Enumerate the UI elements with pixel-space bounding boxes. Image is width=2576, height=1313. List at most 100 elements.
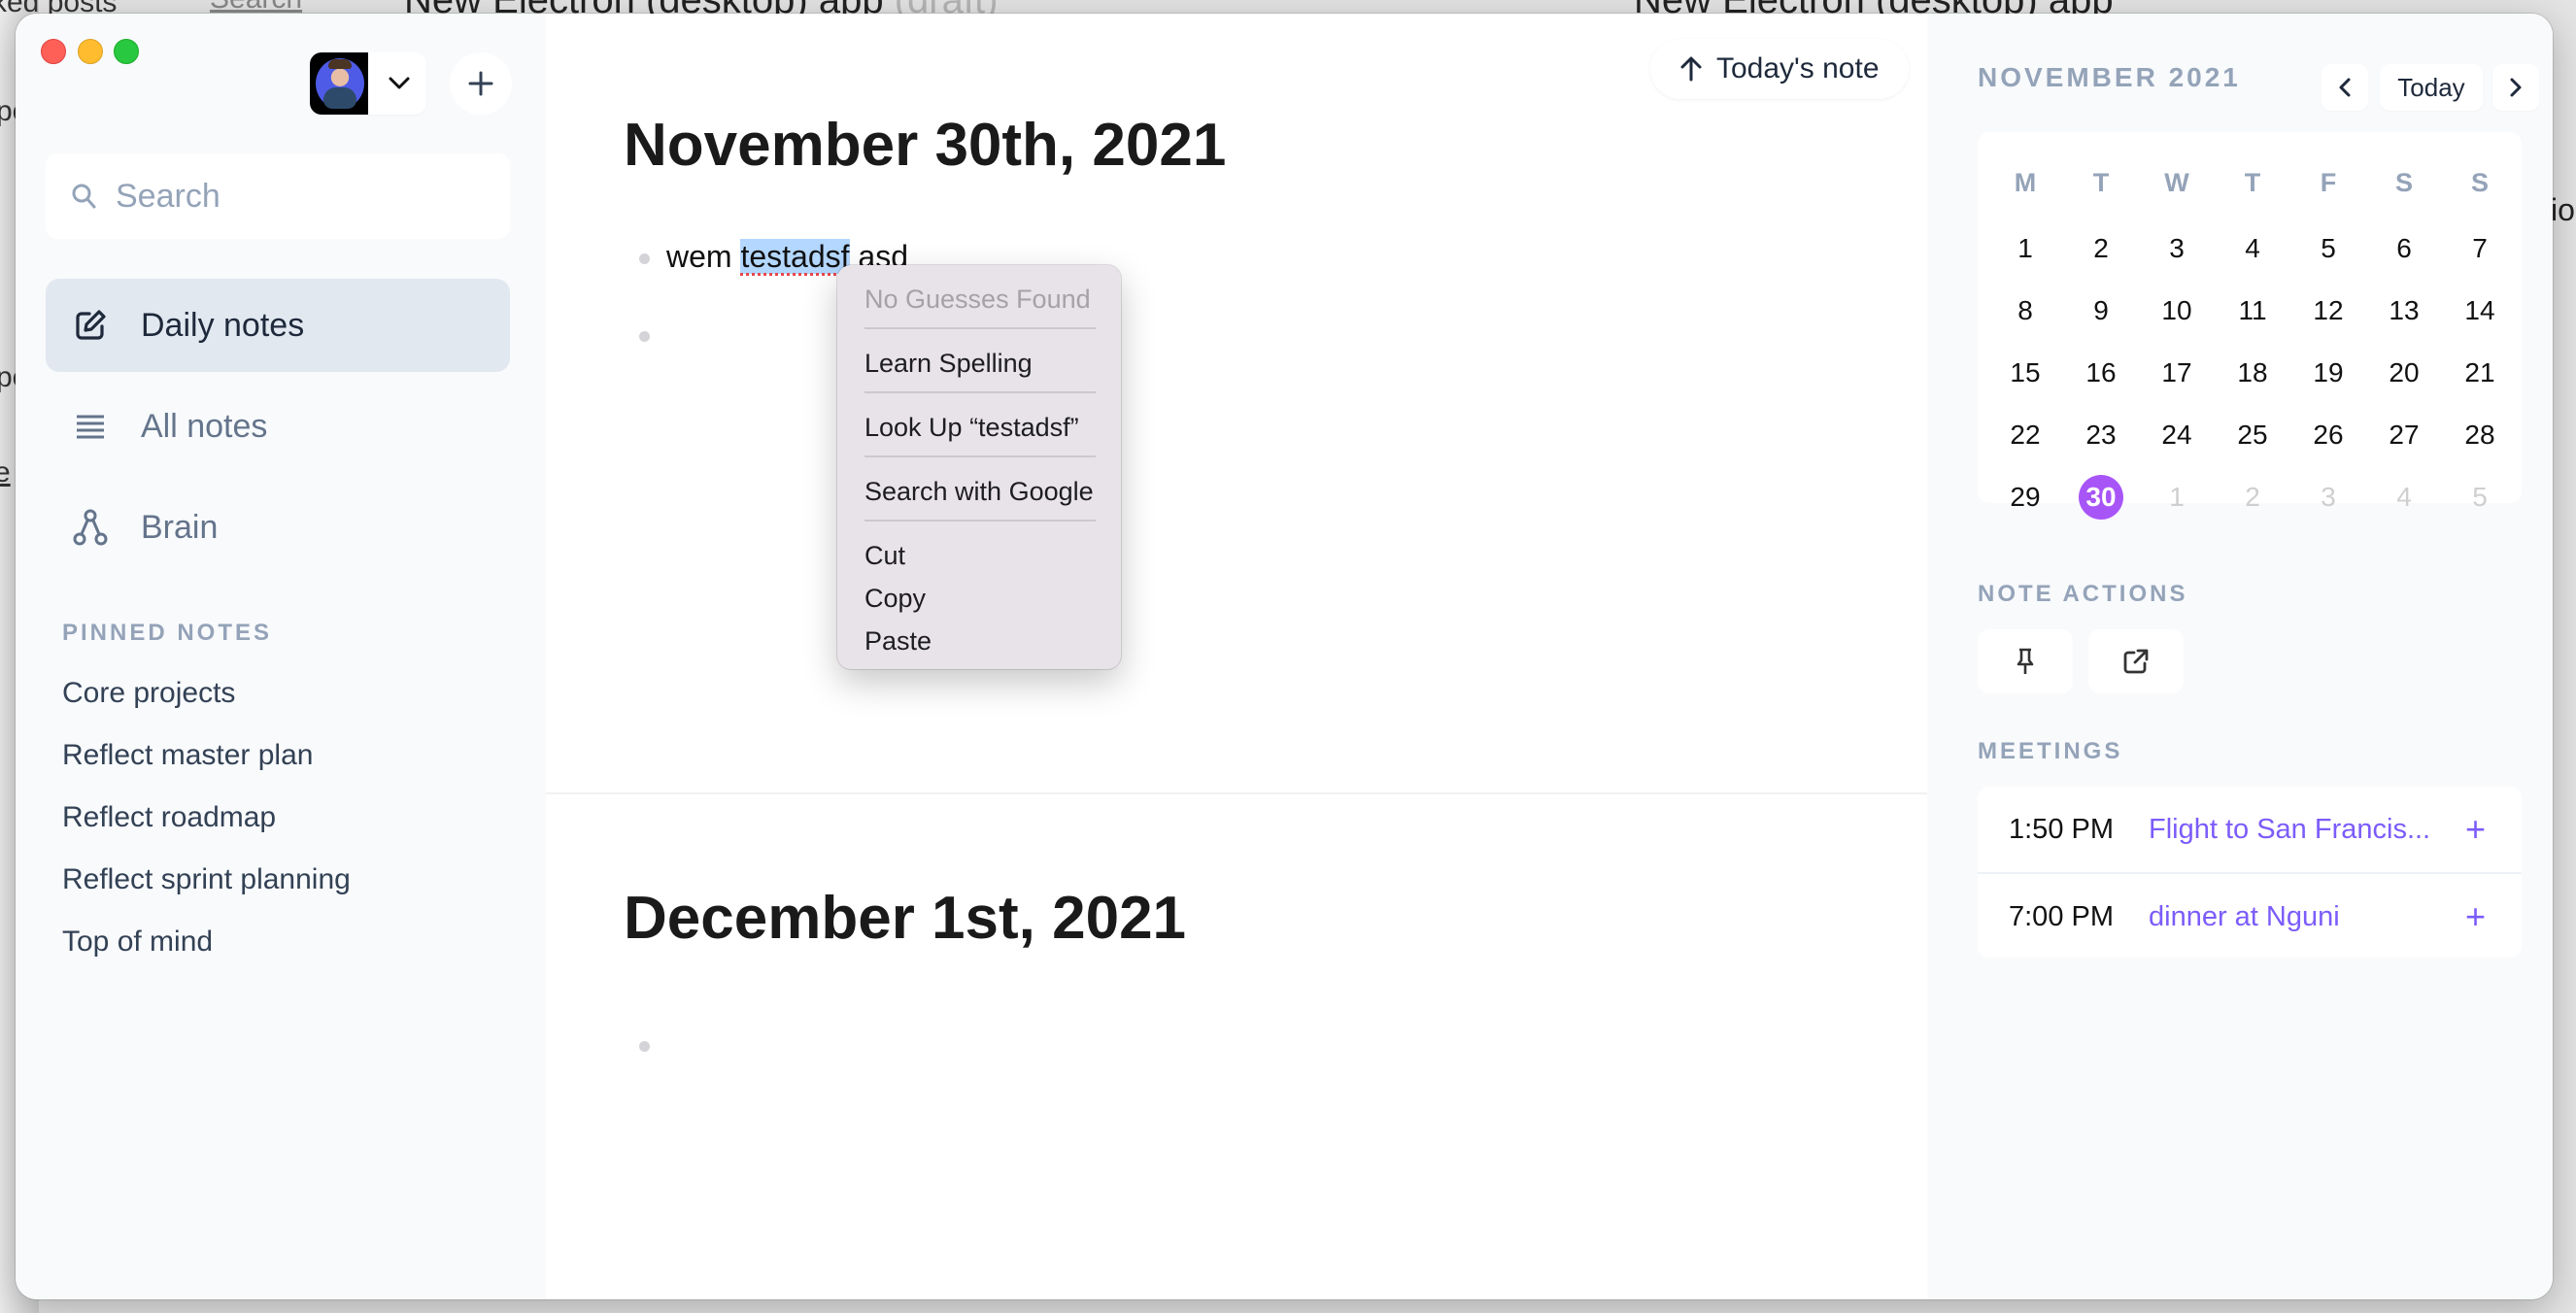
calendar-day[interactable]: 1: [2149, 476, 2205, 519]
new-note-button[interactable]: [450, 52, 512, 115]
todays-note-button[interactable]: Today's note: [1650, 39, 1909, 99]
calendar-day[interactable]: 19: [2300, 352, 2356, 394]
meeting-title-link[interactable]: dinner at Nguni: [2149, 901, 2340, 933]
calendar-day[interactable]: 26: [2300, 414, 2356, 456]
meetings-list: 1:50 PM Flight to San Francis... + 7:00 …: [1978, 787, 2522, 958]
pinned-note[interactable]: Reflect sprint planning: [62, 863, 351, 896]
weekday-label: S: [2394, 167, 2413, 197]
calendar-month-title: NOVEMBER 2021: [1978, 62, 2241, 92]
calendar-day[interactable]: 25: [2224, 414, 2281, 456]
calendar-prev-button[interactable]: [2322, 64, 2368, 111]
calendar-day[interactable]: 22: [1997, 414, 2053, 456]
window-zoom-button[interactable]: [114, 39, 139, 64]
calendar-day[interactable]: 10: [2149, 289, 2205, 332]
calendar-day[interactable]: 2: [2224, 476, 2281, 519]
list-icon: [71, 407, 110, 446]
meeting-title-link[interactable]: Flight to San Francis...: [2149, 814, 2430, 846]
menu-item-copy[interactable]: Copy: [864, 584, 926, 614]
weekday-label: T: [2092, 167, 2110, 197]
sidebar-item-daily-notes[interactable]: Daily notes: [46, 279, 510, 372]
calendar-day[interactable]: 5: [2452, 476, 2508, 519]
calendar-day[interactable]: 21: [2452, 352, 2508, 394]
weekday-label: T: [2244, 167, 2261, 197]
calendar-day[interactable]: 4: [2376, 476, 2432, 519]
calendar-day[interactable]: 3: [2300, 476, 2356, 519]
calendar-day[interactable]: 24: [2149, 414, 2205, 456]
pin-note-button[interactable]: [1978, 629, 2073, 693]
menu-item-cut[interactable]: Cut: [864, 541, 905, 571]
calendar-day[interactable]: 23: [2073, 414, 2129, 456]
pinned-note[interactable]: Top of mind: [62, 926, 213, 959]
chevron-left-icon: [2339, 78, 2351, 97]
search-icon: [72, 184, 96, 209]
window-close-button[interactable]: [41, 39, 66, 64]
calendar-day[interactable]: 29: [1997, 476, 2053, 519]
edit-icon: [71, 306, 110, 345]
meeting-time: 7:00 PM: [2009, 900, 2114, 932]
calendar-day[interactable]: 8: [1997, 289, 2053, 332]
meeting-time: 1:50 PM: [2009, 813, 2114, 845]
sidebar-item-brain[interactable]: Brain: [46, 481, 510, 574]
meeting-row: 7:00 PM dinner at Nguni +: [1978, 874, 2522, 958]
calendar-day[interactable]: 20: [2376, 352, 2432, 394]
misspelled-selection[interactable]: testadsf: [740, 239, 850, 274]
plus-icon: [468, 71, 493, 96]
pinned-note[interactable]: Reflect master plan: [62, 739, 313, 772]
calendar-day[interactable]: 4: [2224, 227, 2281, 270]
pinned-note[interactable]: Reflect roadmap: [62, 801, 276, 834]
day-title: November 30th, 2021: [624, 112, 1227, 179]
search-input[interactable]: [114, 176, 487, 217]
calendar-day[interactable]: 3: [2149, 227, 2205, 270]
arrow-up-icon: [1680, 56, 1702, 82]
meetings-heading: MEETINGS: [1978, 738, 2123, 764]
menu-item-paste[interactable]: Paste: [864, 626, 932, 656]
search-box[interactable]: [46, 153, 510, 239]
calendar-day[interactable]: 9: [2073, 289, 2129, 332]
sidebar-item-all-notes[interactable]: All notes: [46, 380, 510, 473]
weekday-label: S: [2470, 167, 2489, 197]
calendar-day[interactable]: 11: [2224, 289, 2281, 332]
open-external-button[interactable]: [2088, 629, 2184, 693]
calendar-day[interactable]: 14: [2452, 289, 2508, 332]
daily-notes-editor: Today's note November 30th, 2021 wem tes…: [546, 14, 1927, 1299]
calendar-day[interactable]: 6: [2376, 227, 2432, 270]
app-window: Daily notes All notes Brain PINNED NOTE: [16, 14, 2553, 1299]
calendar-day[interactable]: 13: [2376, 289, 2432, 332]
day-title: December 1st, 2021: [624, 885, 1187, 952]
bullet: [639, 253, 650, 264]
pinned-note[interactable]: Core projects: [62, 677, 235, 710]
sidebar-item-label: All notes: [141, 407, 268, 445]
calendar-day[interactable]: 7: [2452, 227, 2508, 270]
account-switcher[interactable]: [310, 52, 426, 115]
calendar-day[interactable]: 1: [1997, 227, 2053, 270]
calendar-day[interactable]: 16: [2073, 352, 2129, 394]
add-meeting-note-button[interactable]: +: [2465, 896, 2486, 937]
calendar-day[interactable]: 17: [2149, 352, 2205, 394]
window-minimize-button[interactable]: [78, 39, 103, 64]
calendar-day[interactable]: 5: [2300, 227, 2356, 270]
calendar-day[interactable]: 28: [2452, 414, 2508, 456]
calendar-day[interactable]: 27: [2376, 414, 2432, 456]
calendar-day[interactable]: 15: [1997, 352, 2053, 394]
menu-separator: [864, 327, 1096, 329]
add-meeting-note-button[interactable]: +: [2465, 809, 2486, 850]
menu-item-look-up[interactable]: Look Up “testadsf”: [864, 413, 1079, 443]
note-actions-heading: NOTE ACTIONS: [1978, 581, 2188, 607]
sidebar: Daily notes All notes Brain PINNED NOTE: [16, 14, 546, 1299]
calendar-day[interactable]: 12: [2300, 289, 2356, 332]
menu-item-learn-spelling[interactable]: Learn Spelling: [864, 349, 1033, 379]
calendar-next-button[interactable]: [2492, 64, 2539, 111]
pin-icon: [2017, 648, 2034, 674]
menu-separator: [864, 520, 1096, 522]
calendar-today-button[interactable]: Today: [2380, 64, 2483, 111]
menu-item-search-google[interactable]: Search with Google: [864, 477, 1094, 507]
right-panel: NOVEMBER 2021 Today M T W T F S S 1 2 3 4 5 6 7 8 9 10 11…: [1927, 14, 2553, 1299]
weekday-label: F: [2320, 167, 2337, 197]
sidebar-item-label: Brain: [141, 508, 219, 546]
calendar-day[interactable]: 18: [2224, 352, 2281, 394]
background-text: ior: [2551, 192, 2576, 227]
calendar-day[interactable]: 2: [2073, 227, 2129, 270]
chevron-right-icon: [2510, 78, 2522, 97]
calendar-day-today[interactable]: 30: [2073, 475, 2129, 520]
note-line-empty[interactable]: [666, 1027, 1249, 1065]
